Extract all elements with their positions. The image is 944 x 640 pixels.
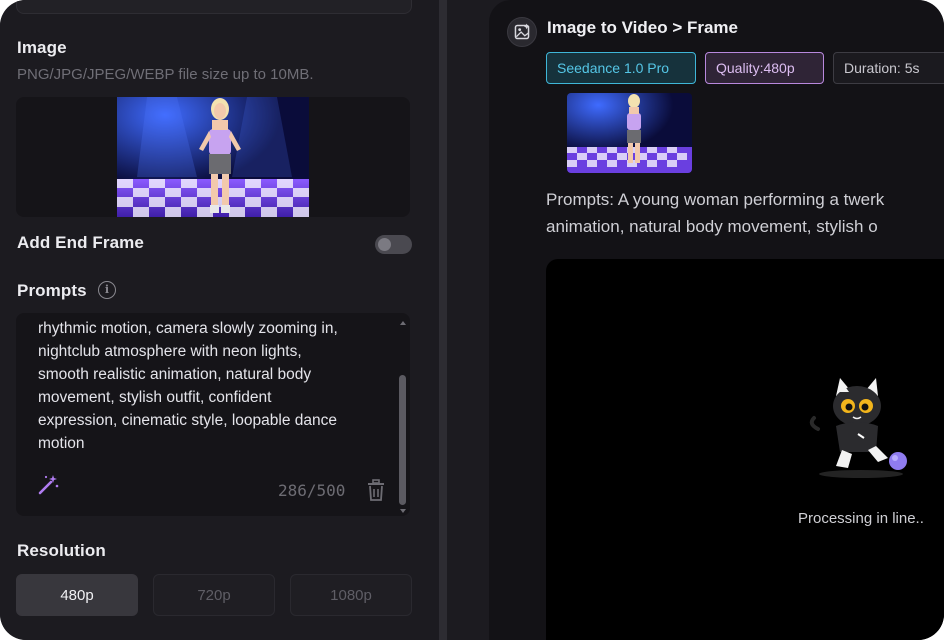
quality-tag: Quality:480p <box>705 52 824 84</box>
info-icon[interactable]: i <box>98 281 116 299</box>
magic-wand-icon[interactable] <box>36 473 60 497</box>
scroll-down-arrow-icon[interactable] <box>400 509 406 513</box>
duration-tag: Duration: 5s <box>833 52 944 84</box>
resolution-720p-button[interactable]: 720p <box>153 574 275 616</box>
panel-gap <box>447 0 489 640</box>
model-tag: Seedance 1.0 Pro <box>546 52 696 84</box>
panel-scrollbar[interactable] <box>439 0 447 640</box>
task-panel: Image to Video > Frame Seedance 1.0 Pro … <box>489 0 944 640</box>
end-frame-toggle[interactable] <box>375 235 412 254</box>
character-counter: 286/500 <box>278 481 346 500</box>
prompt-summary-line-1: Prompts: A young woman performing a twer… <box>546 190 885 209</box>
prompts-title: Prompts <box>17 281 87 300</box>
task-title: Image to Video > Frame <box>547 18 739 37</box>
scrollbar-thumb[interactable] <box>399 375 406 505</box>
image-to-video-icon <box>507 17 537 47</box>
video-preview-area: Processing in line.. <box>546 259 944 640</box>
resolution-480p-button[interactable]: 480p <box>16 574 138 616</box>
image-section-title: Image <box>17 38 67 57</box>
toggle-knob <box>378 238 391 251</box>
image-upload-area[interactable] <box>16 97 410 217</box>
cat-mascot-icon <box>809 378 907 478</box>
prompt-summary: Prompts: A young woman performing a twer… <box>546 186 944 240</box>
scroll-up-arrow-icon[interactable] <box>400 321 406 325</box>
prompt-textarea[interactable]: rhythmic motion, camera slowly zooming i… <box>16 313 410 516</box>
resolution-title: Resolution <box>17 541 106 560</box>
trash-icon[interactable] <box>366 479 386 501</box>
processing-status: Processing in line.. <box>798 510 924 527</box>
previous-field[interactable] <box>16 0 412 14</box>
end-frame-label: Add End Frame <box>17 233 144 252</box>
source-frame-thumbnail[interactable] <box>567 93 692 173</box>
settings-panel: Image PNG/JPG/JPEG/WEBP file size up to … <box>0 0 438 640</box>
resolution-1080p-button[interactable]: 1080p <box>290 574 412 616</box>
app-frame: Image PNG/JPG/JPEG/WEBP file size up to … <box>0 0 944 640</box>
image-upload-hint: PNG/JPG/JPEG/WEBP file size up to 10MB. <box>17 66 314 83</box>
prompt-text[interactable]: rhythmic motion, camera slowly zooming i… <box>38 317 388 455</box>
uploaded-image-thumbnail <box>117 97 309 217</box>
prompt-scrollbar[interactable] <box>398 321 408 513</box>
prompt-summary-line-2: animation, natural body movement, stylis… <box>546 217 878 236</box>
